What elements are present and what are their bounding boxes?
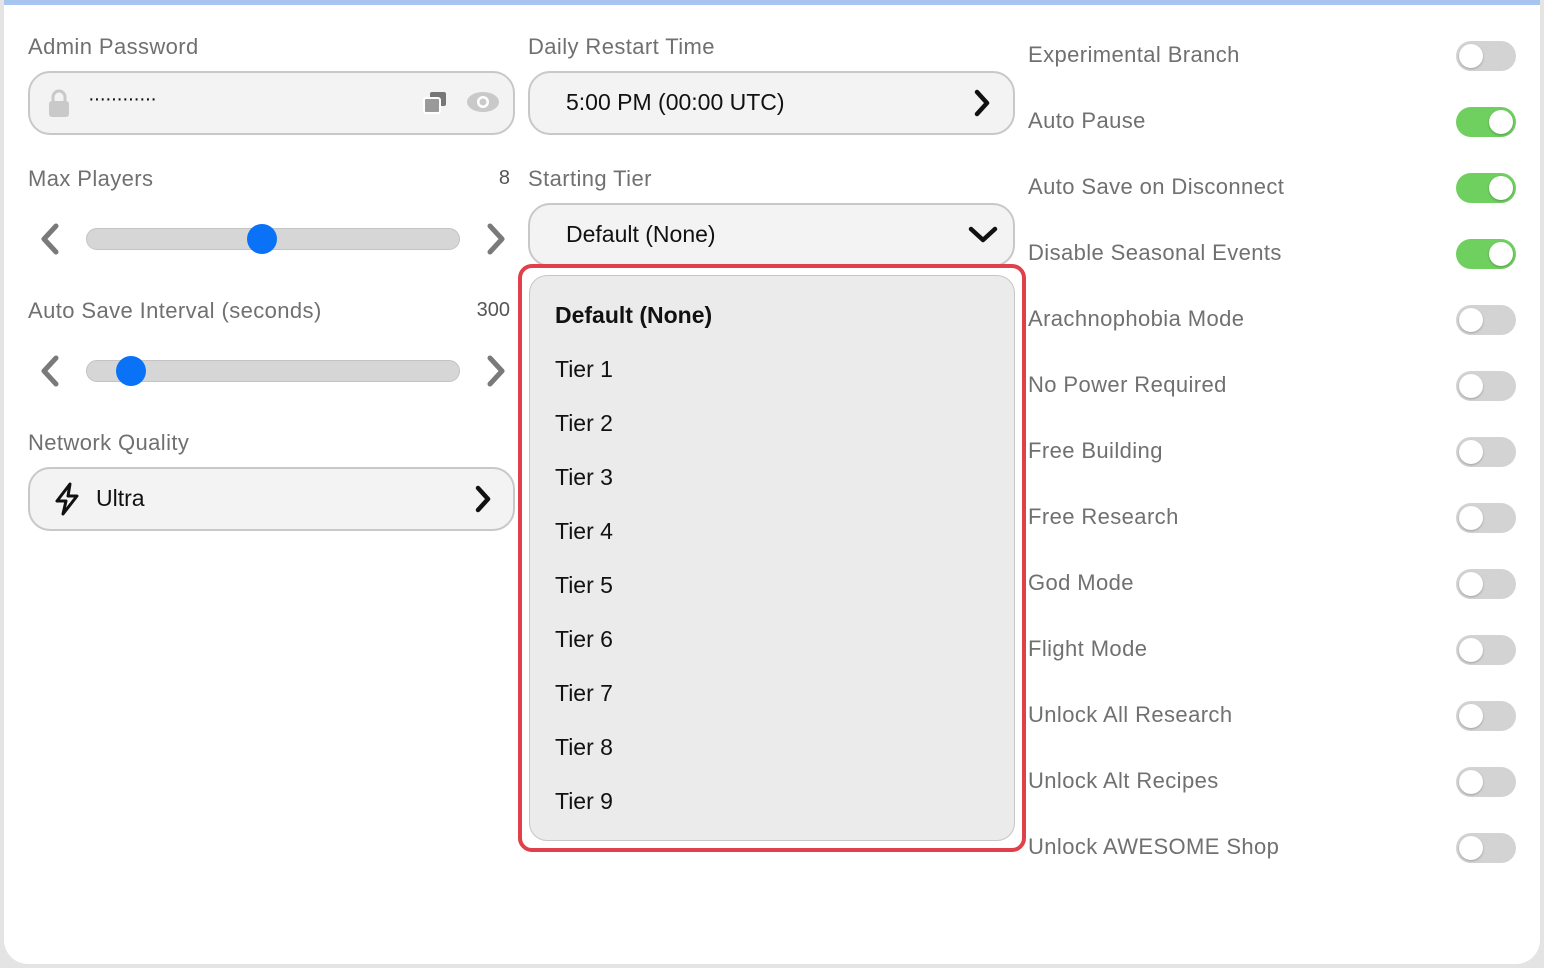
admin-password-label: Admin Password xyxy=(28,34,199,59)
toggle-label-god-mode: God Mode xyxy=(1028,570,1134,595)
toggle-label-disable-seasonal-events: Disable Seasonal Events xyxy=(1028,240,1282,265)
toggle-label-flight-mode: Flight Mode xyxy=(1028,636,1148,661)
starting-tier-option[interactable]: Tier 7 xyxy=(555,680,613,707)
toggle-auto-pause[interactable] xyxy=(1456,107,1516,137)
toggle-unlock-alt-recipes[interactable] xyxy=(1456,767,1516,797)
starting-tier-option[interactable]: Tier 9 xyxy=(555,788,613,815)
toggle-knob xyxy=(1459,836,1483,860)
starting-tier-label: Starting Tier xyxy=(528,166,652,191)
toggle-label-unlock-all-research: Unlock All Research xyxy=(1028,702,1233,727)
max-players-label: Max Players xyxy=(28,166,154,191)
toggle-unlock-all-research[interactable] xyxy=(1456,701,1516,731)
toggle-label-free-research: Free Research xyxy=(1028,504,1179,529)
lock-icon xyxy=(49,89,69,117)
toggle-knob xyxy=(1459,572,1483,596)
toggle-knob xyxy=(1459,704,1483,728)
network-quality-value[interactable]: Ultra xyxy=(96,485,145,512)
increase-max-players-icon[interactable] xyxy=(484,222,508,256)
decrease-auto-save-icon[interactable] xyxy=(38,354,62,388)
max-players-slider-thumb[interactable] xyxy=(246,224,277,254)
toggle-free-research[interactable] xyxy=(1456,503,1516,533)
toggle-disable-seasonal-events[interactable] xyxy=(1456,239,1516,269)
toggle-knob xyxy=(1459,506,1483,530)
chevron-right-icon[interactable] xyxy=(972,89,992,117)
starting-tier-option[interactable]: Tier 5 xyxy=(555,572,613,599)
toggle-label-free-building: Free Building xyxy=(1028,438,1163,463)
toggle-god-mode[interactable] xyxy=(1456,569,1516,599)
toggle-label-experimental-branch: Experimental Branch xyxy=(1028,42,1240,67)
toggle-label-auto-save-on-disconnect: Auto Save on Disconnect xyxy=(1028,174,1285,199)
toggle-knob xyxy=(1489,110,1513,134)
toggle-knob xyxy=(1459,440,1483,464)
increase-auto-save-icon[interactable] xyxy=(484,354,508,388)
chevron-down-icon[interactable] xyxy=(967,224,999,244)
toggle-label-unlock-awesome-shop: Unlock AWESOME Shop xyxy=(1028,834,1280,859)
starting-tier-option[interactable]: Tier 2 xyxy=(555,410,613,437)
copy-icon[interactable] xyxy=(422,91,448,115)
toggle-auto-save-on-disconnect[interactable] xyxy=(1456,173,1516,203)
starting-tier-option[interactable]: Tier 4 xyxy=(555,518,613,545)
starting-tier-option[interactable]: Tier 1 xyxy=(555,356,613,383)
toggle-free-building[interactable] xyxy=(1456,437,1516,467)
toggle-knob xyxy=(1459,770,1483,794)
toggle-knob xyxy=(1459,374,1483,398)
toggle-label-auto-pause: Auto Pause xyxy=(1028,108,1146,133)
auto-save-interval-label: Auto Save Interval (seconds) xyxy=(28,298,322,323)
daily-restart-value[interactable]: 5:00 PM (00:00 UTC) xyxy=(566,89,785,116)
lightning-icon xyxy=(55,482,79,516)
network-quality-label: Network Quality xyxy=(28,430,190,455)
daily-restart-label: Daily Restart Time xyxy=(528,34,715,59)
toggle-label-unlock-alt-recipes: Unlock Alt Recipes xyxy=(1028,768,1219,793)
starting-tier-option[interactable]: Default (None) xyxy=(555,302,712,329)
chevron-right-icon[interactable] xyxy=(473,485,493,513)
toggle-flight-mode[interactable] xyxy=(1456,635,1516,665)
toggle-knob xyxy=(1489,242,1513,266)
toggle-knob xyxy=(1459,308,1483,332)
toggle-knob xyxy=(1459,638,1483,662)
auto-save-interval-slider-thumb[interactable] xyxy=(115,356,146,386)
starting-tier-option[interactable]: Tier 6 xyxy=(555,626,613,653)
starting-tier-option[interactable]: Tier 8 xyxy=(555,734,613,761)
admin-password-value[interactable]: ············ xyxy=(88,88,157,111)
toggle-no-power-required[interactable] xyxy=(1456,371,1516,401)
toggle-arachnophobia-mode[interactable] xyxy=(1456,305,1516,335)
max-players-value: 8 xyxy=(498,167,510,189)
decrease-max-players-icon[interactable] xyxy=(38,222,62,256)
toggle-knob xyxy=(1459,44,1483,68)
toggle-unlock-awesome-shop[interactable] xyxy=(1456,833,1516,863)
toggle-experimental-branch[interactable] xyxy=(1456,41,1516,71)
auto-save-interval-value: 300 xyxy=(476,299,510,321)
eye-icon[interactable] xyxy=(466,90,500,114)
starting-tier-selected-value[interactable]: Default (None) xyxy=(566,221,716,248)
toggle-label-arachnophobia-mode: Arachnophobia Mode xyxy=(1028,306,1245,331)
toggle-knob xyxy=(1489,176,1513,200)
starting-tier-option[interactable]: Tier 3 xyxy=(555,464,613,491)
toggle-label-no-power-required: No Power Required xyxy=(1028,372,1227,397)
